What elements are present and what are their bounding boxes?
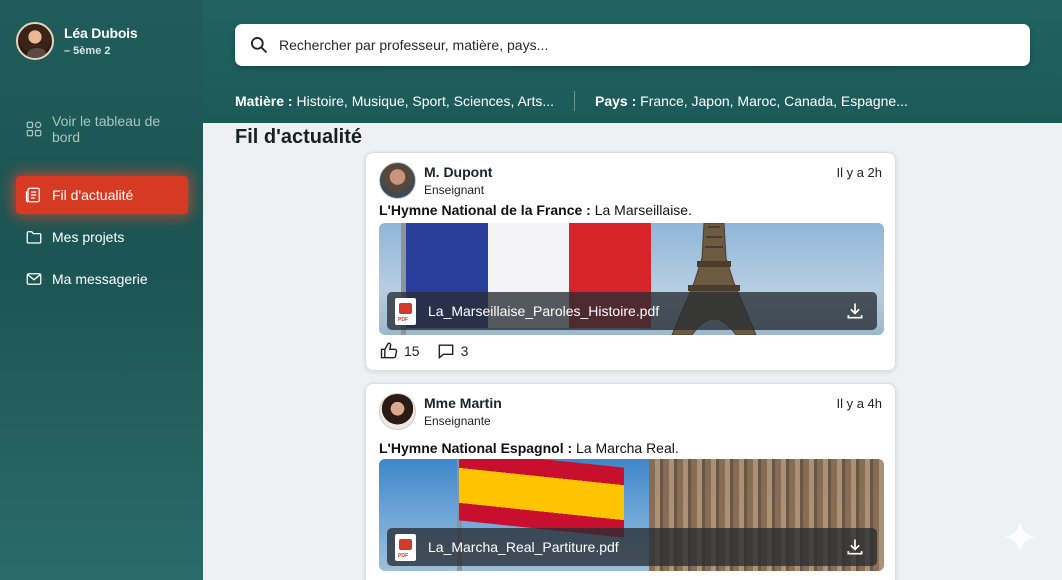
comment-icon	[438, 344, 453, 360]
mail-icon	[26, 273, 42, 285]
attachment-bar[interactable]: La_Marseillaise_Paroles_Histoire.pdf	[387, 292, 877, 330]
thumbs-up-icon	[380, 342, 398, 359]
author-role: Enseignant	[424, 183, 485, 197]
dashboard-icon	[26, 121, 42, 137]
filter-subject-label: Matière :	[235, 93, 293, 109]
search-bar[interactable]	[235, 24, 1030, 66]
search-input[interactable]	[279, 37, 999, 53]
post-image: La_Marseillaise_Paroles_Histoire.pdf	[379, 223, 884, 335]
filters-bar: Matière : Histoire, Musique, Sport, Scie…	[235, 91, 908, 111]
dashboard-link[interactable]: Voir le tableau de bord	[16, 110, 188, 148]
author-avatar[interactable]	[379, 393, 416, 430]
post-text: L'Hymne National Espagnol : La Marcha Re…	[379, 440, 679, 456]
filter-country[interactable]: Pays : France, Japon, Maroc, Canada, Esp…	[595, 93, 908, 109]
sidebar-item-projects[interactable]: Mes projets	[16, 218, 188, 256]
feed-post: M. Dupont Enseignant Il y a 2h L'Hymne N…	[365, 152, 896, 371]
post-text-body: La Marseillaise.	[590, 202, 692, 218]
top-header: Matière : Histoire, Musique, Sport, Scie…	[203, 0, 1062, 123]
sidebar-item-messages[interactable]: Ma messagerie	[16, 260, 188, 298]
sidebar-item-feed[interactable]: Fil d'actualité	[16, 176, 188, 214]
dashboard-label: Voir le tableau de bord	[52, 113, 161, 145]
filter-country-label: Pays :	[595, 93, 637, 109]
post-time: Il y a 4h	[836, 396, 882, 411]
feed-icon	[25, 187, 40, 203]
sidebar-item-label: Ma messagerie	[52, 271, 148, 287]
filter-subject[interactable]: Matière : Histoire, Musique, Sport, Scie…	[235, 93, 554, 109]
pdf-icon	[395, 533, 416, 561]
feed-post: Mme Martin Enseignante Il y a 4h L'Hymne…	[365, 383, 896, 580]
filter-subject-values: Histoire, Musique, Sport, Sciences, Arts…	[296, 93, 555, 109]
spain-flag	[459, 459, 624, 538]
comment-button[interactable]: 3	[436, 341, 469, 361]
user-class: – 5ème 2	[64, 45, 111, 57]
sidebar-nav: Voir le tableau de bord Fil d'actualité …	[16, 110, 188, 302]
sidebar-item-label: Mes projets	[52, 229, 125, 245]
post-text-body: La Marcha Real.	[572, 440, 679, 456]
author-avatar[interactable]	[379, 162, 416, 199]
post-time: Il y a 2h	[836, 165, 882, 180]
sparkle-icon	[1004, 521, 1036, 553]
post-text-bold: L'Hymne National Espagnol :	[379, 440, 573, 456]
sidebar: Léa Dubois – 5ème 2 Voir le tableau de b…	[0, 0, 203, 580]
author-role: Enseignante	[424, 414, 491, 428]
like-button[interactable]: 15	[379, 341, 420, 361]
download-icon[interactable]	[845, 537, 865, 557]
post-text-bold: L'Hymne National de la France :	[379, 202, 591, 218]
sidebar-item-label: Fil d'actualité	[52, 187, 134, 203]
post-image: La_Marcha_Real_Partiture.pdf	[379, 459, 884, 571]
user-name: Léa Dubois	[64, 25, 138, 41]
page-title: Fil d'actualité	[235, 126, 363, 148]
author-name[interactable]: M. Dupont	[424, 164, 492, 180]
download-icon[interactable]	[845, 301, 865, 321]
avatar	[16, 22, 54, 60]
post-actions: 15 3	[379, 341, 484, 361]
attachment-filename[interactable]: La_Marcha_Real_Partiture.pdf	[428, 539, 619, 555]
search-icon	[250, 37, 268, 54]
pdf-icon	[395, 297, 416, 325]
filter-divider	[574, 91, 576, 111]
post-text: L'Hymne National de la France : La Marse…	[379, 202, 692, 218]
comment-count: 3	[460, 343, 469, 359]
folder-icon	[26, 231, 42, 244]
like-count: 15	[404, 343, 420, 359]
filter-country-values: France, Japon, Maroc, Canada, Espagne...	[640, 93, 908, 109]
attachment-bar[interactable]: La_Marcha_Real_Partiture.pdf	[387, 528, 877, 566]
user-profile[interactable]: Léa Dubois – 5ème 2	[16, 22, 138, 60]
attachment-filename[interactable]: La_Marseillaise_Paroles_Histoire.pdf	[428, 303, 659, 319]
author-name[interactable]: Mme Martin	[424, 395, 502, 411]
